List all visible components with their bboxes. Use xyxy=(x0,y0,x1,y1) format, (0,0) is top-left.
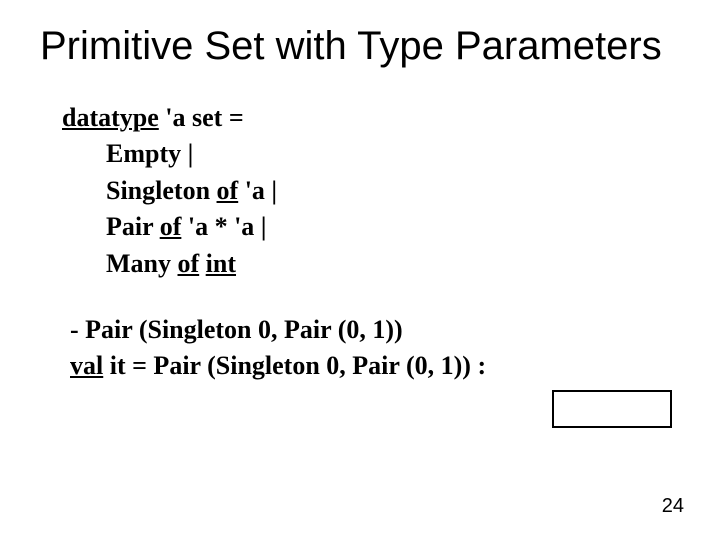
repl-input: - Pair (Singleton 0, Pair (0, 1)) xyxy=(70,312,486,348)
singleton-name: Singleton xyxy=(106,176,217,205)
keyword-int: int xyxy=(206,249,236,278)
decl-head-rest: 'a set = xyxy=(159,103,244,132)
blank-answer-box xyxy=(552,390,672,428)
keyword-of: of xyxy=(217,176,239,205)
datatype-declaration: datatype 'a set = Empty | Singleton of '… xyxy=(62,100,277,282)
decl-line-pair: Pair of 'a * 'a | xyxy=(62,209,277,245)
repl-output: val it = Pair (Singleton 0, Pair (0, 1))… xyxy=(70,348,486,384)
decl-line-1: datatype 'a set = xyxy=(62,100,277,136)
many-name: Many xyxy=(106,249,178,278)
singleton-type: 'a | xyxy=(238,176,277,205)
repl-block: - Pair (Singleton 0, Pair (0, 1)) val it… xyxy=(70,312,486,385)
page-number: 24 xyxy=(662,495,684,518)
keyword-of: of xyxy=(160,212,182,241)
keyword-datatype: datatype xyxy=(62,103,159,132)
pair-type: 'a * 'a | xyxy=(181,212,266,241)
pair-name: Pair xyxy=(106,212,160,241)
slide-title: Primitive Set with Type Parameters xyxy=(40,24,690,69)
keyword-of: of xyxy=(178,249,200,278)
decl-line-singleton: Singleton of 'a | xyxy=(62,173,277,209)
slide: Primitive Set with Type Parameters datat… xyxy=(0,0,720,540)
decl-line-many: Many of int xyxy=(62,246,277,282)
decl-line-empty: Empty | xyxy=(62,136,277,172)
keyword-val: val xyxy=(70,351,103,380)
repl-output-rest: it = Pair (Singleton 0, Pair (0, 1)) : xyxy=(103,351,486,380)
